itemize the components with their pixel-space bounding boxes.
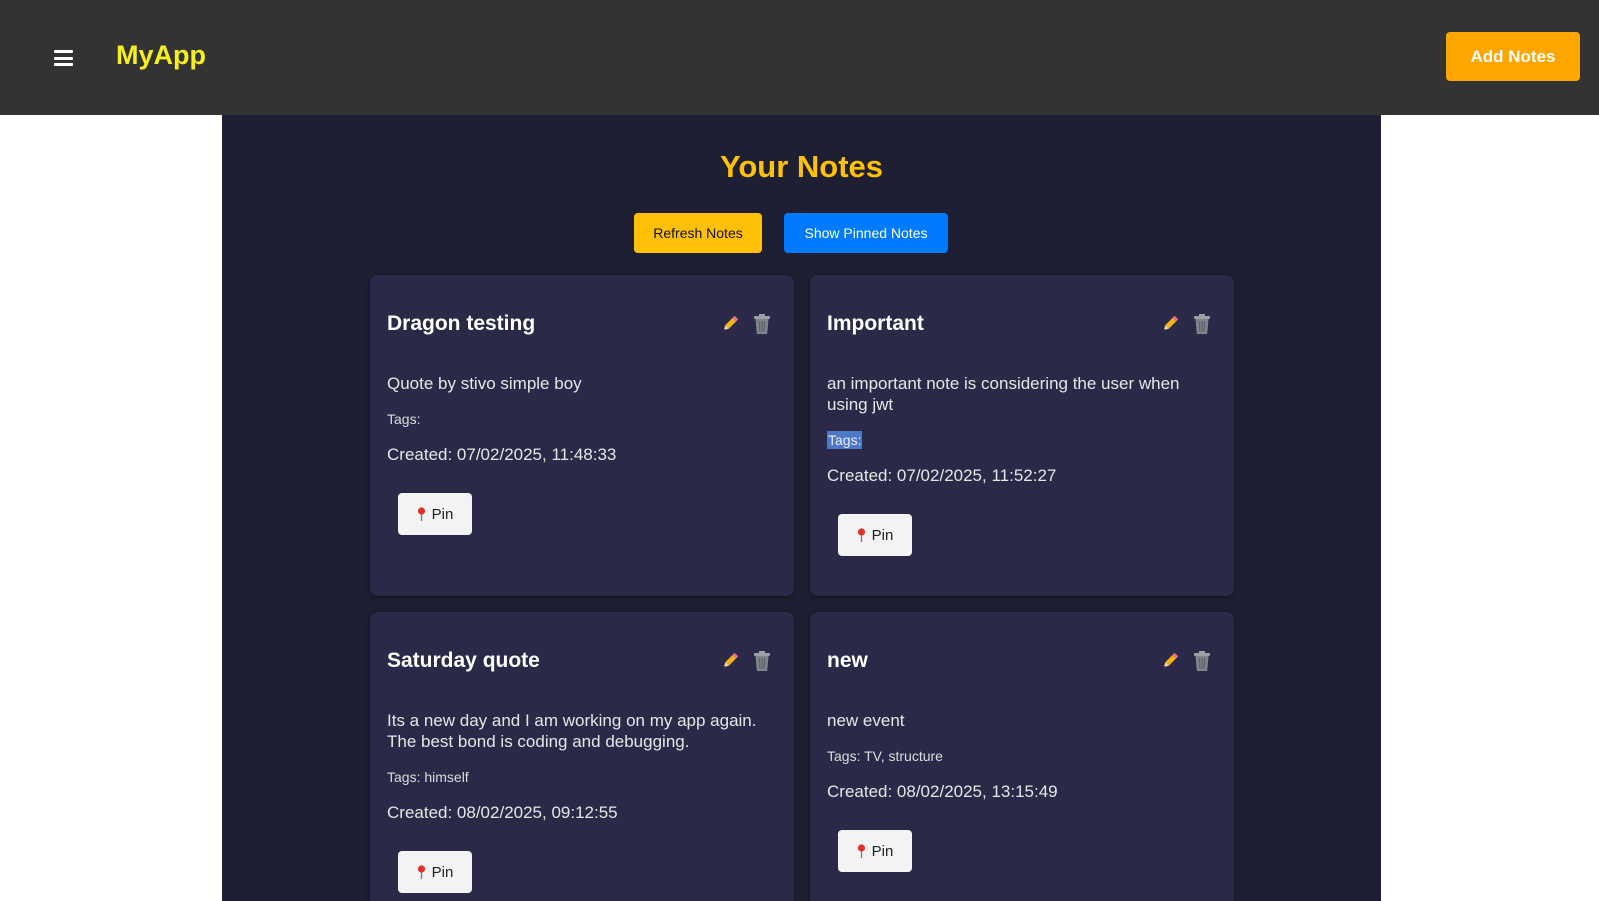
pin-label: Pin — [431, 505, 454, 523]
note-tags: Tags: TV, structure — [827, 748, 943, 764]
pushpin-icon — [417, 865, 426, 879]
trash-icon[interactable] — [751, 313, 773, 335]
note-tags: Tags: himself — [387, 769, 469, 785]
pushpin-icon — [857, 844, 866, 858]
notes-container: Your Notes Refresh Notes Show Pinned Not… — [222, 115, 1381, 901]
pin-button[interactable]: Pin — [838, 830, 912, 872]
pencil-icon[interactable] — [1159, 650, 1181, 672]
refresh-notes-button[interactable]: Refresh Notes — [634, 213, 762, 253]
pin-button[interactable]: Pin — [398, 493, 472, 535]
note-content: new event — [827, 711, 905, 730]
pushpin-icon — [857, 528, 866, 542]
note-tags: Tags: — [827, 431, 863, 449]
pin-label: Pin — [871, 526, 894, 544]
note-content: an important note is considering the use… — [827, 374, 1180, 414]
trash-icon[interactable] — [1191, 313, 1213, 335]
note-created-date: Created: 07/02/2025, 11:48:33 — [387, 445, 617, 464]
trash-icon[interactable] — [751, 650, 773, 672]
notes-actions: Refresh Notes Show Pinned Notes — [222, 213, 1381, 253]
brand-logo[interactable]: MyApp — [116, 40, 206, 71]
pushpin-icon — [417, 507, 426, 521]
note-card: Saturday quote Its a new day and I am wo… — [370, 612, 794, 901]
note-content: Its a new day and I am working on my app… — [387, 711, 757, 751]
note-created-date: Created: 07/02/2025, 11:52:27 — [827, 466, 1057, 485]
note-card: new new event Tags: TV, structure Create… — [810, 612, 1234, 901]
pencil-icon[interactable] — [719, 650, 741, 672]
pencil-icon[interactable] — [719, 313, 741, 335]
pencil-icon[interactable] — [1159, 313, 1181, 335]
pin-label: Pin — [871, 842, 894, 860]
note-card: Dragon testing Quote by stivo simple boy… — [370, 275, 794, 596]
pin-button[interactable]: Pin — [398, 851, 472, 893]
note-title: new — [827, 649, 868, 672]
notes-grid: Dragon testing Quote by stivo simple boy… — [370, 275, 1234, 901]
show-pinned-notes-button[interactable]: Show Pinned Notes — [784, 213, 948, 253]
hamburger-menu-icon[interactable] — [54, 50, 73, 66]
add-notes-button[interactable]: Add Notes — [1446, 32, 1580, 81]
top-navbar: MyApp Add Notes — [0, 0, 1599, 115]
note-created-date: Created: 08/02/2025, 13:15:49 — [827, 782, 1058, 801]
page-title: Your Notes — [719, 149, 884, 184]
note-title: Important — [827, 312, 924, 335]
note-title: Saturday quote — [387, 649, 540, 672]
pin-button[interactable]: Pin — [838, 514, 912, 556]
pin-label: Pin — [431, 863, 454, 881]
trash-icon[interactable] — [1191, 650, 1213, 672]
note-title: Dragon testing — [387, 312, 536, 335]
note-tags: Tags: — [387, 411, 421, 427]
note-content: Quote by stivo simple boy — [387, 374, 582, 393]
note-card: Important an important note is consideri… — [810, 275, 1234, 596]
note-created-date: Created: 08/02/2025, 09:12:55 — [387, 803, 618, 822]
